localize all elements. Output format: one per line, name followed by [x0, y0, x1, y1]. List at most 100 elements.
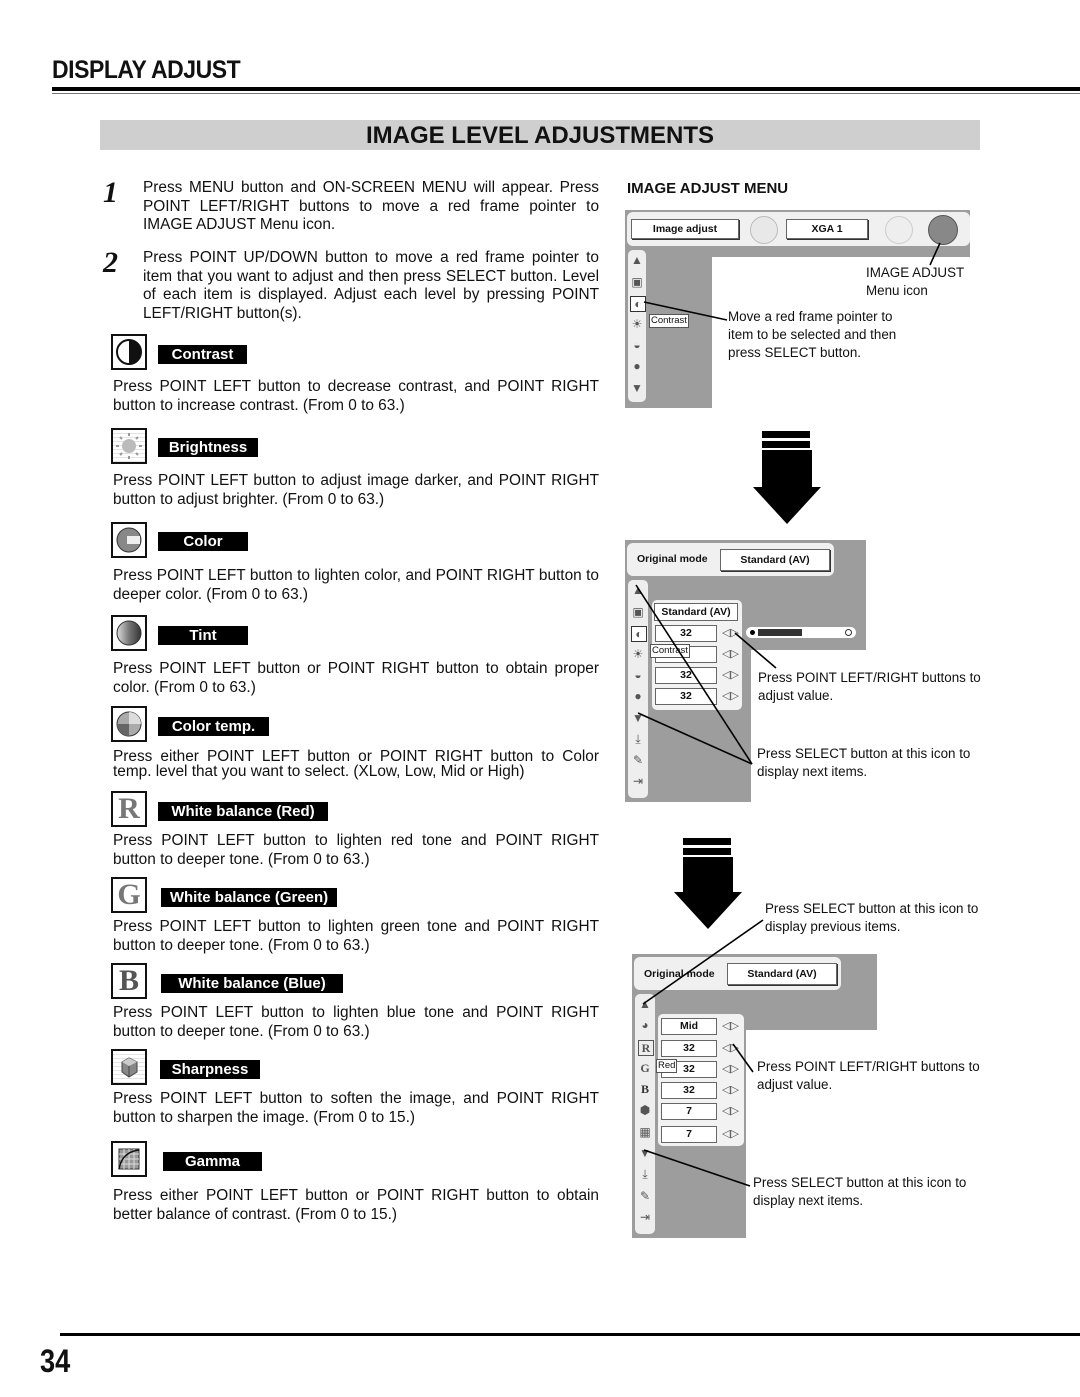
up-arrow-icon[interactable]: ▲ — [631, 583, 645, 597]
adjust-arrows-icon[interactable]: ◁▷ — [722, 1019, 739, 1032]
page-number: 34 — [40, 1343, 71, 1379]
slider-fill — [758, 629, 802, 636]
adjust-arrows-icon[interactable]: ◁▷ — [722, 689, 739, 702]
item-label-sharpness: Sharpness — [160, 1060, 260, 1079]
item-text-sharpness: Press POINT LEFT button to soften the im… — [113, 1090, 599, 1126]
tint-icon — [111, 615, 147, 651]
sharpness-value[interactable]: 7 — [661, 1103, 717, 1120]
input-label-xga[interactable]: XGA 1 — [786, 219, 868, 239]
adjust-arrows-icon[interactable]: ◁▷ — [722, 626, 739, 639]
arrow-bar — [683, 848, 731, 855]
adjust-arrows-icon[interactable]: ◁▷ — [722, 1104, 739, 1117]
tint-icon[interactable]: ● — [630, 359, 644, 373]
color-icon[interactable]: ◒ — [631, 668, 645, 682]
item-label-contrast: Contrast — [158, 345, 247, 364]
level-slider[interactable] — [746, 627, 856, 638]
item-text-gamma: Press either POINT LEFT button or POINT … — [113, 1187, 599, 1223]
adjust-arrows-icon[interactable]: ◁▷ — [722, 668, 739, 681]
item-label-white-balance-green: White balance (Green) — [161, 888, 337, 907]
item-text-color-temp: Press either POINT LEFT button or POINT … — [113, 748, 599, 780]
menu-label-image-adjust[interactable]: Image adjust — [631, 219, 739, 239]
item-label-color: Color — [158, 532, 248, 551]
sharpness-icon — [111, 1049, 147, 1085]
callout-adjust-value: Press POINT LEFT/RIGHT buttons to adjust… — [758, 670, 981, 703]
brightness-icon[interactable]: ☀ — [631, 647, 645, 661]
down-arrow-icon[interactable]: ▼ — [638, 1146, 652, 1160]
item-label-white-balance-blue: White balance (Blue) — [161, 974, 343, 993]
callout-next-items: Press SELECT button at this icon to disp… — [757, 746, 971, 779]
store-icon[interactable]: ✎ — [631, 753, 645, 767]
reset-icon[interactable]: ⤓ — [631, 732, 645, 746]
color-icon — [111, 522, 147, 558]
gamma-value[interactable]: 7 — [661, 1126, 717, 1143]
gamma-icon[interactable]: ▦ — [638, 1125, 652, 1139]
item-text-contrast: Press POINT LEFT button to decrease cont… — [113, 378, 599, 414]
white-balance-blue-icon[interactable]: B — [638, 1082, 652, 1096]
image-adjust-menu-icon[interactable] — [928, 215, 958, 245]
item-label-color-temp: Color temp. — [158, 717, 269, 736]
adjust-arrows-icon[interactable]: ◁▷ — [722, 1083, 739, 1096]
item-label-brightness: Brightness — [158, 438, 258, 457]
step-number-1: 1 — [103, 176, 118, 209]
brightness-icon[interactable]: ☀ — [630, 317, 644, 331]
tint-value[interactable]: 32 — [655, 688, 717, 705]
page-title: IMAGE LEVEL ADJUSTMENTS — [100, 120, 980, 150]
mode-value[interactable]: Standard (AV) — [720, 549, 830, 571]
preset-value[interactable]: Standard (AV) — [654, 603, 738, 621]
down-arrow-icon — [674, 857, 742, 929]
store-icon[interactable]: ✎ — [638, 1189, 652, 1203]
contrast-icon — [111, 334, 147, 370]
slider-max-dot — [845, 629, 852, 636]
color-temp-icon[interactable]: ◕ — [638, 1018, 652, 1032]
item-text-white-balance-green: Press POINT LEFT button to lighten green… — [113, 918, 599, 954]
exit-icon[interactable]: ⇥ — [638, 1210, 652, 1224]
callout-adjust-value: Press POINT LEFT/RIGHT buttons to adjust… — [757, 1059, 980, 1092]
mode-value[interactable]: Standard (AV) — [727, 963, 837, 985]
contrast-value[interactable]: 32 — [655, 625, 717, 642]
down-arrow-icon[interactable]: ▼ — [630, 381, 644, 395]
item-label-gamma: Gamma — [163, 1152, 262, 1171]
item-text-white-balance-red: Press POINT LEFT button to lighten red t… — [113, 832, 599, 868]
callout-previous-items: Press SELECT button at this icon to disp… — [765, 901, 979, 934]
white-balance-blue-icon: B — [111, 963, 147, 999]
white-balance-green-icon: G — [111, 877, 147, 913]
arrow-bar — [762, 441, 810, 448]
white-balance-red-value[interactable]: 32 — [661, 1040, 717, 1057]
adjust-arrows-icon[interactable]: ◁▷ — [722, 1127, 739, 1140]
color-value[interactable]: 32 — [655, 667, 717, 684]
input-icon[interactable] — [750, 216, 778, 244]
tooltip-contrast: Contrast — [649, 314, 689, 328]
slider-min-dot — [750, 630, 755, 635]
header-rule-thin — [52, 93, 1080, 94]
white-balance-red-icon: R — [111, 791, 147, 827]
reset-icon[interactable]: ⤓ — [638, 1167, 652, 1181]
mode-label: Original mode — [637, 553, 708, 565]
color-temp-icon — [111, 706, 147, 742]
white-balance-green-icon[interactable]: G — [638, 1061, 652, 1075]
section-title: DISPLAY ADJUST — [52, 56, 241, 84]
pc-system-icon[interactable]: ▣ — [630, 275, 644, 289]
tint-icon[interactable]: ● — [631, 689, 645, 703]
adjust-arrows-icon[interactable]: ◁▷ — [722, 1041, 739, 1054]
color-icon[interactable]: ◒ — [630, 338, 644, 352]
white-balance-red-icon[interactable]: R — [638, 1040, 654, 1056]
pc-adjust-icon[interactable] — [885, 216, 913, 244]
adjust-arrows-icon[interactable]: ◁▷ — [722, 1062, 739, 1075]
sharpness-icon[interactable]: ⬢ — [638, 1103, 652, 1117]
item-text-color: Press POINT LEFT button to lighten color… — [113, 567, 599, 603]
contrast-icon[interactable]: ◐ — [630, 296, 646, 312]
item-text-tint: Press POINT LEFT button or POINT RIGHT b… — [113, 660, 599, 696]
pc-system-icon[interactable]: ▣ — [631, 605, 645, 619]
arrow-bar — [762, 431, 810, 438]
color-temp-value[interactable]: Mid — [661, 1018, 717, 1035]
contrast-icon[interactable]: ◐ — [631, 626, 647, 642]
tooltip-red: Red — [656, 1059, 678, 1073]
exit-icon[interactable]: ⇥ — [631, 774, 645, 788]
up-arrow-icon[interactable]: ▲ — [630, 253, 644, 267]
adjust-arrows-icon[interactable]: ◁▷ — [722, 647, 739, 660]
step-text-2: Press POINT UP/DOWN button to move a red… — [143, 249, 599, 322]
white-balance-blue-value[interactable]: 32 — [661, 1082, 717, 1099]
up-arrow-icon[interactable]: ▲ — [638, 997, 652, 1011]
item-label-tint: Tint — [158, 626, 248, 645]
down-arrow-icon[interactable]: ▼ — [631, 711, 645, 725]
